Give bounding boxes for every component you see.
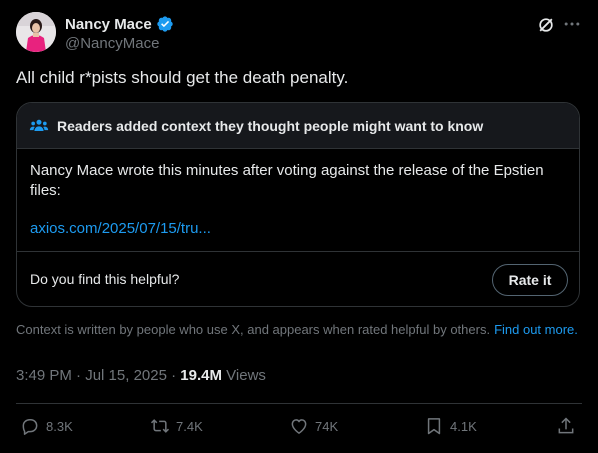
community-note-card: Readers added context they thought peopl… [16,102,580,307]
community-note-body: Nancy Mace wrote this minutes after voti… [30,162,544,199]
reply-count: 8.3K [46,418,73,434]
repost-icon [150,419,170,433]
grok-icon[interactable] [536,15,556,35]
tweet-header: Nancy Mace @NancyMace [16,12,582,56]
reply-icon [22,419,38,435]
views-label: Views [226,367,266,384]
like-count: 74K [315,418,339,434]
share-button[interactable] [556,416,576,436]
divider [16,403,582,404]
community-note-title: Readers added context they thought peopl… [57,117,484,134]
people-icon [29,119,49,131]
meta-separator: · [76,367,82,384]
views-count: 19.4M [180,367,222,384]
avatar[interactable] [16,12,56,52]
context-disclaimer: Context is written by people who use X, … [16,322,578,337]
tweet-meta: 3:49 PM · Jul 15, 2025 · 19.4M Views [16,367,266,384]
bookmark-icon [427,418,441,435]
context-disclaimer-text: Context is written by people who use X, … [16,322,491,337]
community-note-footer: Do you find this helpful? Rate it [17,251,579,306]
tweet-time[interactable]: 3:49 PM [16,367,72,384]
profile-photo-icon [16,12,56,52]
author-name[interactable]: Nancy Mace [65,16,152,33]
find-out-more-link[interactable]: Find out more. [494,322,578,337]
community-note-header: Readers added context they thought peopl… [17,103,579,149]
repost-button[interactable]: 7.4K [150,416,203,436]
reply-button[interactable]: 8.3K [20,416,73,436]
meta-separator: · [171,367,177,384]
like-button[interactable]: 74K [289,416,338,436]
author-handle[interactable]: @NancyMace [65,35,159,52]
bookmark-button[interactable]: 4.1K [424,416,477,436]
community-note-link[interactable]: axios.com/2025/07/15/tru... [30,220,211,237]
helpful-question: Do you find this helpful? [30,271,180,287]
tweet-actions: 8.3K 7.4K 74K 4.1K [16,416,582,440]
heart-icon [291,419,307,434]
bookmark-count: 4.1K [450,418,477,434]
more-options-icon[interactable] [562,14,582,34]
tweet-text: All child r*pists should get the death p… [16,68,349,87]
share-icon [558,417,574,434]
repost-count: 7.4K [176,418,203,434]
verified-badge-icon [157,16,173,32]
tweet-date[interactable]: Jul 15, 2025 [85,367,167,384]
rate-it-button[interactable]: Rate it [492,264,568,296]
